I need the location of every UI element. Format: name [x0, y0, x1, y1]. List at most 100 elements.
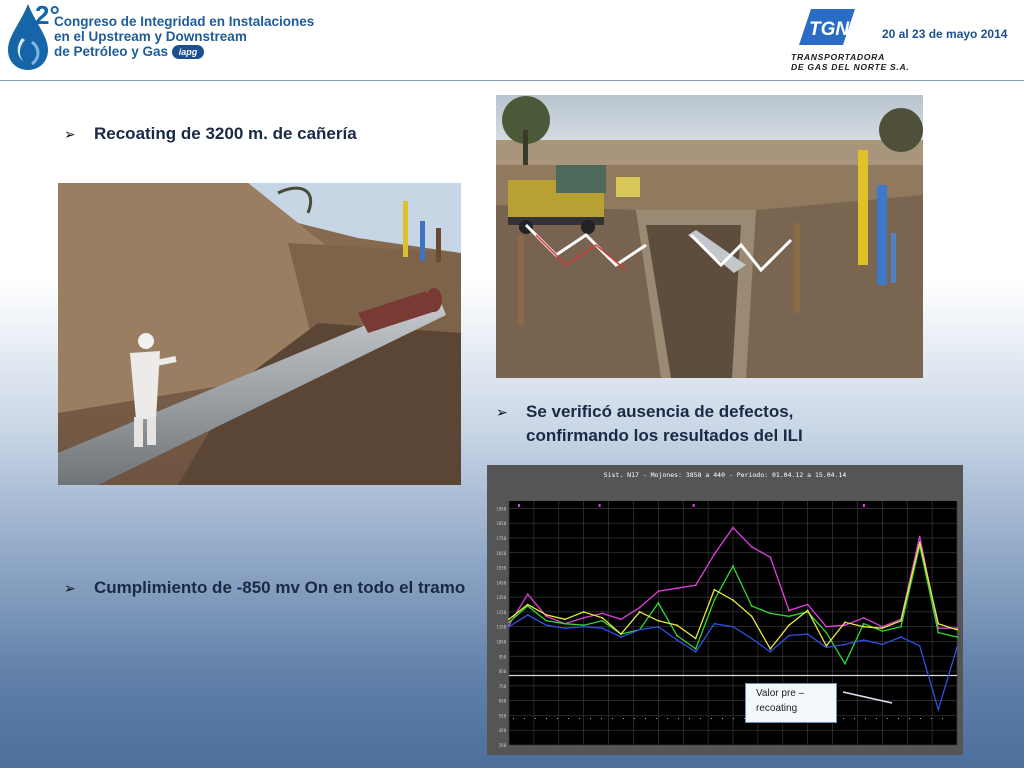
chart-data-point	[806, 603, 809, 606]
chart-bottom-marker	[524, 718, 525, 719]
chart-y-tick-label: 1050	[496, 639, 506, 644]
chart-bottom-marker	[689, 718, 690, 719]
chart-data-point	[900, 619, 902, 622]
congress-title-line-2: en el Upstream y Downstream	[54, 29, 247, 44]
chart-top-marker	[692, 504, 695, 507]
chart-data-point	[900, 636, 902, 638]
chart-data-point	[769, 556, 772, 559]
chart-bottom-marker	[733, 718, 734, 719]
chart-data-point	[694, 647, 697, 650]
chart-data-point	[676, 587, 678, 590]
chart-bottom-marker	[876, 718, 877, 719]
chart-data-point	[582, 625, 585, 628]
chart-data-point	[918, 541, 921, 544]
chart-data-point	[508, 618, 510, 621]
chart-data-point	[769, 650, 772, 653]
chart-data-point	[526, 603, 529, 606]
photo-pipeline-coating	[58, 183, 461, 485]
chart-data-point	[657, 602, 660, 604]
bullet-arrow-icon: ➢	[496, 404, 508, 420]
chart-y-tick-label: 750	[499, 684, 507, 689]
chart-data-point	[956, 628, 958, 631]
chart-y-tick-label: 1450	[496, 580, 506, 585]
chart-data-point	[769, 647, 772, 650]
chart-data-point	[806, 609, 809, 612]
chart-data-point	[788, 615, 790, 618]
chart-bottom-marker	[612, 718, 613, 719]
chart-data-point	[638, 628, 641, 631]
chart-bottom-marker	[678, 718, 679, 719]
chart-bottom-marker	[645, 718, 646, 719]
tgn-company-name-line-1: TRANSPORTADORA	[791, 52, 885, 62]
chart-data-point	[862, 639, 865, 641]
chart-bottom-marker	[722, 718, 723, 719]
chart-bottom-marker	[634, 718, 635, 719]
chart-data-point	[956, 636, 958, 638]
chart-data-point	[545, 613, 548, 616]
chart-data-point	[638, 611, 641, 613]
chart-data-point	[526, 613, 529, 616]
chart-data-point	[844, 621, 846, 624]
chart-data-point	[508, 625, 510, 628]
annotation-text: Valor pre – recoating	[756, 688, 805, 714]
chart-data-point	[564, 627, 566, 630]
chart-data-point	[862, 622, 865, 625]
chart-data-point	[713, 588, 716, 591]
chart-data-point	[825, 625, 828, 628]
chart-data-point	[788, 634, 790, 637]
photo-trench-site	[496, 95, 923, 378]
chart-data-point	[844, 643, 846, 646]
chart-y-tick-label: 1650	[496, 551, 506, 556]
chart-y-tick-label: 1150	[496, 625, 506, 630]
chart-data-point	[937, 708, 940, 711]
chart-data-point	[881, 630, 884, 633]
annotation-box: Valor pre – recoating	[745, 683, 837, 723]
chart-top-marker	[862, 504, 865, 507]
photo-trench-site-image	[496, 95, 923, 378]
chart-data-point	[713, 622, 716, 625]
chart-bottom-marker	[579, 718, 580, 719]
tgn-company-name-line-2: DE GAS DEL NORTE S.A.	[791, 62, 910, 72]
chart-data-point	[750, 637, 753, 640]
chart-bottom-marker	[920, 718, 921, 719]
chart-bottom-marker	[887, 718, 888, 719]
chart-bottom-marker	[865, 718, 866, 719]
chart-data-point	[825, 646, 828, 649]
chart-bottom-marker	[854, 718, 855, 719]
chart-data-point	[769, 612, 772, 615]
chart-data-point	[564, 618, 566, 621]
chart-data-point	[881, 627, 884, 630]
chart-y-tick-label: 1950	[496, 506, 506, 511]
chart-data-point	[620, 636, 622, 638]
chart-y-tick-label: 1350	[496, 595, 506, 600]
bullet-defects: ➢ Se verificó ausencia de defectos, conf…	[496, 400, 856, 448]
chart-data-point	[582, 611, 585, 613]
chart-bottom-marker	[931, 718, 932, 719]
bullet-arrow-icon: ➢	[64, 126, 76, 142]
chart-bottom-marker	[513, 718, 514, 719]
chart-y-tick-label: 850	[499, 669, 507, 674]
chart-data-point	[844, 624, 846, 627]
chart-bottom-marker	[568, 718, 569, 719]
bullet-compliance-text: Cumplimiento de -850 mv On en todo el tr…	[94, 578, 466, 597]
chart-data-point	[713, 553, 716, 556]
chart-bottom-marker	[909, 718, 910, 719]
chart-y-tick-label: 550	[499, 713, 507, 718]
chart-data-point	[937, 631, 940, 634]
chart-data-point	[601, 616, 604, 619]
chart-top-marker	[598, 504, 601, 507]
chart-data-point	[732, 526, 734, 529]
chart-y-tick-label: 650	[499, 699, 507, 704]
tgn-logo-mark-icon: TGN	[799, 9, 855, 45]
chart-data-point	[601, 627, 604, 630]
chart-y-tick-label: 450	[499, 728, 507, 733]
event-date: 20 al 23 de mayo 2014	[882, 27, 1008, 41]
chart-bottom-marker	[656, 718, 657, 719]
bullet-compliance: ➢ Cumplimiento de -850 mv On en todo el …	[64, 576, 484, 600]
photo-pipeline-coating-image	[58, 183, 461, 485]
bullet-recoating-text: Recoating de 3200 m. de cañería	[94, 124, 357, 143]
chart-data-point	[750, 615, 753, 618]
chart-data-point	[676, 624, 678, 627]
chart-data-point	[694, 650, 697, 653]
chart-data-point	[545, 624, 548, 627]
